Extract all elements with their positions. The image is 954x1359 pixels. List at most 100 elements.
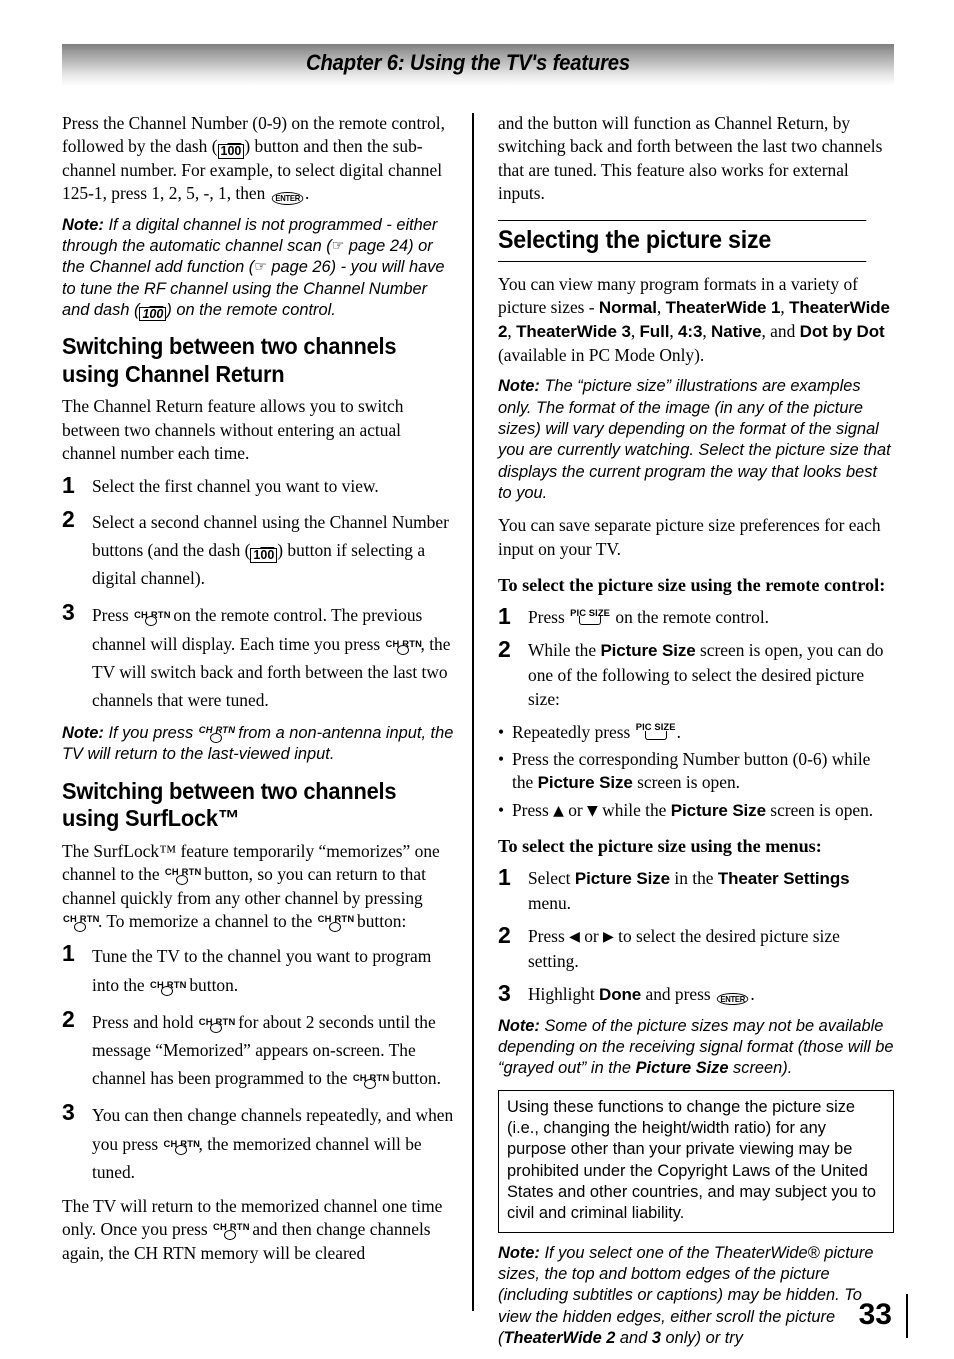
step-item: 1 Select the first channel you want to v… xyxy=(62,472,458,499)
theater-settings-term: Theater Settings xyxy=(717,869,850,889)
subhead-remote-control: To select the picture size using the rem… xyxy=(498,575,886,596)
step-text: Select the first channel you want to vie… xyxy=(92,476,379,497)
step-item: 3 Press CH RTN on the remote control. Th… xyxy=(62,599,458,714)
heading-channel-return: Switching between two channels using Cha… xyxy=(62,333,397,387)
ch-rtn-icon: CH RTN xyxy=(318,913,354,932)
channel-return-intro: The Channel Return feature allows you to… xyxy=(62,396,404,464)
note-label: Note: xyxy=(62,724,104,743)
note-text-3: only) or try xyxy=(660,1329,743,1347)
chapter-title: Chapter 6: Using the TV's features xyxy=(306,50,630,75)
heading-surflock: Switching between two channels using Sur… xyxy=(62,777,397,832)
enter-icon: ENTER xyxy=(716,992,749,1006)
step-text-3: menu. xyxy=(528,892,571,913)
ch-rtn-icon: CH RTN xyxy=(134,609,171,627)
copyright-notice-text: Using these functions to change the pict… xyxy=(507,1097,877,1223)
step-number: 1 xyxy=(498,602,511,629)
bullet-text-2: or xyxy=(563,799,588,820)
bullet-text-1: Repeatedly press xyxy=(512,721,635,742)
step-text-3: button. xyxy=(387,1068,441,1089)
step-item: 1 Tune the TV to the channel you want to… xyxy=(62,940,458,998)
pic-size-icon: PIC SIZE xyxy=(570,607,610,626)
step-number: 1 xyxy=(62,472,75,499)
step-number: 1 xyxy=(62,940,75,967)
picture-size-name: 4:3 xyxy=(678,322,703,342)
step-text-3: . xyxy=(750,983,755,1004)
step-text-1: Press xyxy=(92,605,134,626)
step-item: 3 Highlight Done and press ENTER. xyxy=(498,979,894,1007)
step-item: 2 Press ◀ or ▶ to select the desired pic… xyxy=(498,922,894,973)
intro-text-3: . xyxy=(305,183,310,204)
heading-picture-size: Selecting the picture size xyxy=(498,219,867,262)
step-text-1: While the xyxy=(528,640,601,661)
step-text-2: in the xyxy=(670,868,718,889)
note-text-2: and xyxy=(615,1329,652,1347)
bullet-text-2: screen is open. xyxy=(632,772,740,793)
bullet-item: Press ▲ or ▼ while the Picture Size scre… xyxy=(498,799,894,823)
step-text-2: on the remote control. xyxy=(611,606,769,627)
step-number: 3 xyxy=(62,599,75,626)
step-number: 2 xyxy=(62,1005,75,1032)
note-digital-channel: Note: If a digital channel is not progra… xyxy=(62,215,458,322)
picture-sizes-intro: You can view many program formats in a v… xyxy=(498,273,890,365)
picture-size-name: TheaterWide 3 xyxy=(516,322,631,342)
bullet-text-3: while the xyxy=(597,799,671,820)
page-number: 33 xyxy=(858,1298,892,1331)
dash-100-icon: 100 xyxy=(217,144,245,159)
hand-pointer-icon: ☞ xyxy=(331,237,345,254)
picture-size-name: Dot by Dot xyxy=(799,322,885,342)
step-text-1: Select xyxy=(528,868,575,889)
arrow-right-icon: ▶ xyxy=(603,929,614,946)
surflock-intro: The SurfLock™ feature temporarily “memor… xyxy=(62,840,458,934)
picture-size-term: Picture Size xyxy=(537,773,633,793)
surflock-text-3: . To memorize a channel to the xyxy=(98,910,317,931)
ch-rtn-icon: CH RTN xyxy=(386,638,422,655)
step-text-2: button. xyxy=(185,974,239,995)
picture-size-name: Normal xyxy=(598,298,657,318)
dash-100-icon: 100 xyxy=(139,306,167,322)
picture-size-term: Picture Size xyxy=(574,869,671,889)
step-text-2: and press xyxy=(641,983,716,1004)
step-text-1: Press xyxy=(528,606,570,627)
hand-pointer-icon: ☞ xyxy=(254,259,267,276)
picture-size-term: Picture Size xyxy=(600,641,696,661)
left-column: Press the Channel Number (0-9) on the re… xyxy=(62,112,458,1274)
picture-size-name: Full xyxy=(639,322,670,342)
ch-rtn-icon: CH RTN xyxy=(199,724,235,744)
bullet-text-4: screen is open. xyxy=(765,799,874,820)
step-number: 2 xyxy=(498,636,511,663)
ch-rtn-icon: CH RTN xyxy=(213,1221,249,1241)
picture-size-name: Native xyxy=(711,322,762,342)
ch-rtn-icon: CH RTN xyxy=(199,1016,235,1033)
note-text-2: screen). xyxy=(728,1059,793,1078)
pic-size-icon: PIC SIZE xyxy=(636,721,676,741)
step-number: 1 xyxy=(498,864,511,891)
note-grayed-out: Note: Some of the picture sizes may not … xyxy=(498,1016,894,1080)
ch-rtn-icon: CH RTN xyxy=(164,1138,200,1155)
note-label: Note: xyxy=(62,215,104,234)
step-number: 3 xyxy=(498,979,511,1006)
step-item: 1 Select Picture Size in the Theater Set… xyxy=(498,864,894,915)
picture-size-name: TheaterWide 1 xyxy=(665,298,781,318)
and-word: and xyxy=(770,321,800,342)
chapter-header-banner: Chapter 6: Using the TV's features xyxy=(62,44,894,86)
enter-icon: ENTER xyxy=(271,192,304,205)
footer-rule xyxy=(906,1294,908,1338)
step-text-1: Tune the TV to the channel you want to p… xyxy=(92,946,432,995)
manual-page: Chapter 6: Using the TV's features Press… xyxy=(0,0,954,1352)
save-preferences-paragraph: You can save separate picture size prefe… xyxy=(498,515,881,559)
step-text-1: Highlight xyxy=(528,983,600,1004)
note-text-1: If you press xyxy=(103,724,198,743)
bullet-text-2: . xyxy=(676,721,682,742)
continuation-paragraph: and the button will function as Channel … xyxy=(498,113,883,204)
picture-size-term: Picture Size xyxy=(635,1059,729,1078)
note-label: Note: xyxy=(498,1243,540,1262)
note-text: The “picture size” illustrations are exa… xyxy=(498,377,891,503)
step-item: 2 Select a second channel using the Chan… xyxy=(62,506,458,593)
arrow-up-icon: ▲ xyxy=(553,802,564,819)
bullet-text-1: Press xyxy=(512,799,554,820)
ch-rtn-icon: CH RTN xyxy=(150,979,186,996)
theaterwide-2-term: TheaterWide 2 xyxy=(503,1329,616,1347)
theaterwide-3-term: 3 xyxy=(651,1329,661,1347)
surflock-outro: The TV will return to the memorized chan… xyxy=(62,1195,458,1265)
bullet-item: Repeatedly press PIC SIZE. xyxy=(498,721,894,744)
